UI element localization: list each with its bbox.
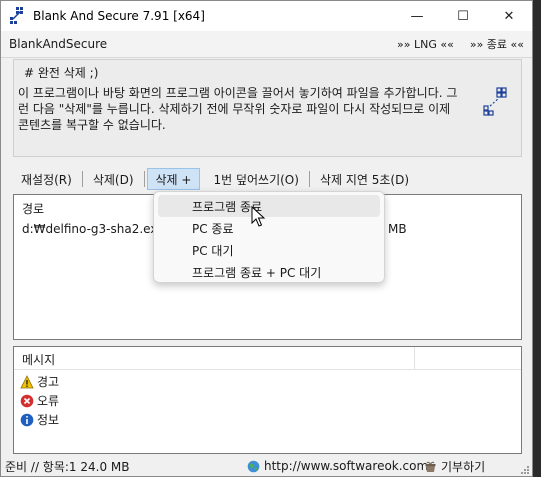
exit-menu[interactable]: »» 종료 «« [470,36,524,52]
path-column-header[interactable]: 경로 [22,200,44,217]
message-error: 오류 [20,392,59,409]
minimize-button[interactable]: — [394,1,440,31]
message-header-label: 메시지 [22,353,56,367]
reset-button[interactable]: 재설정(R) [13,168,80,190]
message-header: 메시지 [14,347,521,370]
toolbar-separator [308,171,310,187]
donate-label[interactable]: 기부하기 [441,458,485,475]
menu-item-exit-and-standby[interactable]: 프로그램 종료 + PC 대기 [158,261,380,283]
warning-icon [20,374,34,388]
website-link[interactable]: http://www.softwareok.com [247,459,428,473]
desktop-background [533,0,541,477]
toolbar: 재설정(R) 삭제(D) 삭제 + 1번 덮어쓰기(O) 삭제 지연 5초(D) [13,167,522,191]
info-heading: # 완전 삭제 ;) [24,66,99,80]
mouse-pointer-icon [251,206,266,227]
window-title: Blank And Secure 7.91 [x64] [33,9,205,23]
menu-item-pc-shutdown[interactable]: PC 종료 [158,217,380,239]
resize-grip-icon[interactable] [520,465,530,475]
maximize-button[interactable]: ☐ [440,1,486,31]
donate-icon [425,461,436,472]
brand-name: BlankAndSecure [9,37,108,51]
app-grid-icon [483,87,507,116]
file-row-path[interactable]: d:₩delfino-g3-sha2.exe [22,222,164,236]
donate-link[interactable]: 기부하기 [424,458,485,475]
toolbar-separator [143,171,145,187]
delete-plus-button[interactable]: 삭제 + [146,168,201,190]
message-info-label: 정보 [37,413,60,427]
overwrite-once-toggle[interactable]: 1번 덮어쓰기(O) [205,168,306,190]
language-menu[interactable]: »» LNG «« [397,38,454,51]
website-url[interactable]: http://www.softwareok.com [264,459,428,473]
info-description: 이 프로그램이나 바탕 화면의 프로그램 아이콘을 끌어서 놓기하여 파일을 추… [18,86,458,132]
message-info: 정보 [20,411,59,428]
app-window: Blank And Secure 7.91 [x64] — ☐ ✕ BlankA… [0,0,533,477]
column-separator [414,347,415,369]
info-panel: # 완전 삭제 ;) 이 프로그램이나 바탕 화면의 프로그램 아이콘을 끌어서… [13,59,522,157]
delete-plus-menu: 프로그램 종료 PC 종료 PC 대기 프로그램 종료 + PC 대기 [153,191,385,283]
message-panel: 메시지 경고 오류 정보 [13,346,522,454]
info-icon [20,413,34,426]
menu-item-pc-standby[interactable]: PC 대기 [158,239,380,261]
brand-bar: BlankAndSecure »» LNG «« »» 종료 «« [1,31,532,58]
status-bar: 준비 // 항목:1 24.0 MB http://www.softwareok… [1,455,532,477]
app-logo-icon [10,7,23,24]
toolbar-separator [81,171,83,187]
file-row-size: MB [388,222,407,236]
close-button[interactable]: ✕ [486,1,532,31]
error-icon [20,394,34,407]
delete-button[interactable]: 삭제(D) [85,168,142,190]
message-warning: 경고 [20,373,59,390]
message-warning-label: 경고 [37,375,60,389]
globe-icon [247,460,260,472]
status-text: 준비 // 항목:1 24.0 MB [5,459,130,474]
menu-item-exit-program[interactable]: 프로그램 종료 [158,195,380,217]
delete-delay-toggle[interactable]: 삭제 지연 5초(D) [312,168,417,190]
message-error-label: 오류 [37,394,60,408]
title-bar[interactable]: Blank And Secure 7.91 [x64] — ☐ ✕ [1,1,532,31]
